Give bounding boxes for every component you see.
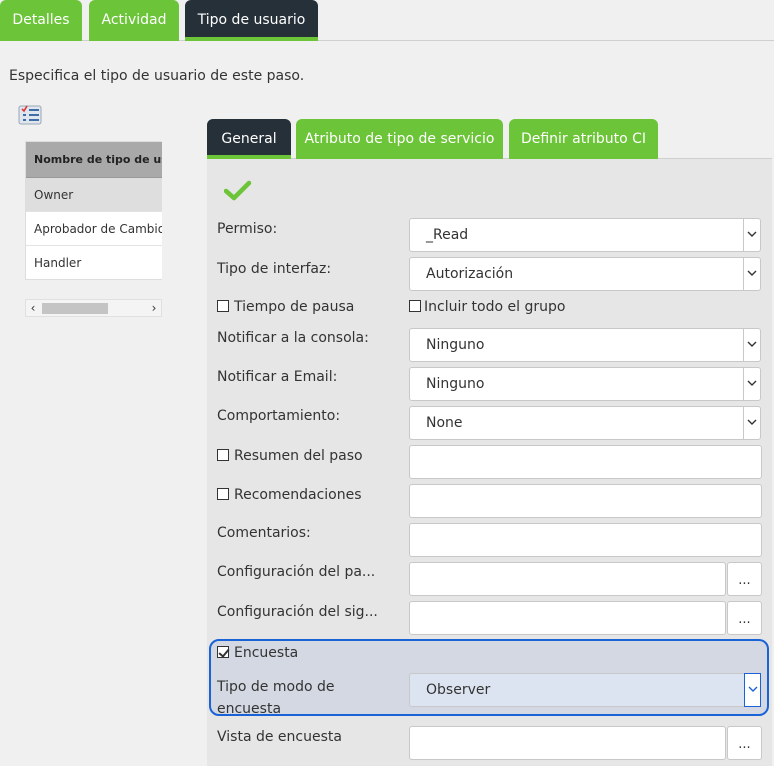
tipo-modo-encuesta-label: Tipo de modo de encuesta bbox=[217, 676, 334, 720]
tipo-modo-encuesta-label-line1: Tipo de modo de bbox=[217, 679, 335, 695]
comportamiento-label: Comportamiento: bbox=[217, 408, 341, 424]
tipo-interfaz-value: Autorización bbox=[426, 266, 514, 282]
tiempo-pausa-label: Tiempo de pausa bbox=[234, 299, 355, 315]
chevron-down-icon[interactable] bbox=[743, 258, 760, 290]
chevron-down-icon[interactable] bbox=[744, 673, 761, 707]
table-row[interactable]: Aprobador de Cambios bbox=[26, 212, 162, 246]
scroll-right-icon[interactable]: › bbox=[147, 300, 161, 316]
sub-tab-bar: General Atributo de tipo de servicio Def… bbox=[207, 119, 772, 159]
recomendaciones-label: Recomendaciones bbox=[234, 487, 362, 503]
config-pa-browse-button[interactable]: ... bbox=[727, 562, 762, 596]
tipo-interfaz-label: Tipo de interfaz: bbox=[217, 261, 332, 277]
tab-detalles[interactable]: Detalles bbox=[0, 0, 82, 41]
tipo-modo-encuesta-label-line2: encuesta bbox=[217, 701, 282, 717]
chevron-down-icon[interactable] bbox=[743, 407, 760, 439]
scroll-left-icon[interactable]: ‹ bbox=[26, 300, 40, 316]
tiempo-pausa-checkbox[interactable] bbox=[217, 300, 229, 312]
chevron-down-icon[interactable] bbox=[743, 219, 760, 251]
comentarios-input[interactable] bbox=[409, 523, 762, 557]
resumen-paso-label: Resumen del paso bbox=[234, 448, 363, 464]
notificar-email-select[interactable]: Ninguno bbox=[409, 367, 761, 401]
table-row[interactable]: Owner bbox=[26, 178, 162, 212]
top-tab-bar: Detalles Actividad Tipo de usuario bbox=[0, 0, 774, 41]
tab-definir-atributo-ci[interactable]: Definir atributo CI bbox=[509, 119, 658, 159]
comportamiento-value: None bbox=[426, 415, 463, 431]
horizontal-scrollbar[interactable]: ‹ › bbox=[25, 299, 162, 317]
tab-general[interactable]: General bbox=[207, 119, 291, 159]
tipo-modo-encuesta-value: Observer bbox=[426, 682, 491, 698]
vista-encuesta-input[interactable] bbox=[409, 726, 726, 760]
encuesta-label: Encuesta bbox=[234, 645, 299, 661]
notificar-consola-select[interactable]: Ninguno bbox=[409, 328, 761, 362]
tipo-modo-encuesta-select[interactable]: Observer bbox=[409, 673, 761, 707]
checkmark-icon[interactable] bbox=[223, 180, 252, 202]
encuesta-checkbox[interactable] bbox=[217, 646, 229, 658]
incluir-grupo-option[interactable]: Incluir todo el grupo bbox=[409, 299, 565, 315]
notificar-email-value: Ninguno bbox=[426, 376, 485, 392]
permiso-label: Permiso: bbox=[217, 221, 278, 237]
chevron-down-icon[interactable] bbox=[743, 329, 760, 361]
resumen-paso-checkbox[interactable] bbox=[217, 449, 229, 461]
recomendaciones-option[interactable]: Recomendaciones bbox=[217, 487, 362, 503]
vista-encuesta-browse-button[interactable]: ... bbox=[727, 726, 762, 760]
checklist-icon[interactable] bbox=[18, 103, 42, 125]
resumen-paso-option[interactable]: Resumen del paso bbox=[217, 448, 363, 464]
tab-atributo-tipo-servicio[interactable]: Atributo de tipo de servicio bbox=[296, 119, 503, 159]
user-type-table: Nombre de tipo de usuario Owner Aprobado… bbox=[25, 141, 162, 280]
config-sig-browse-button[interactable]: ... bbox=[727, 601, 762, 635]
recomendaciones-checkbox[interactable] bbox=[217, 488, 229, 500]
page-description: Especifica el tipo de usuario de este pa… bbox=[9, 68, 305, 84]
config-sig-input[interactable] bbox=[409, 601, 726, 635]
comportamiento-select[interactable]: None bbox=[409, 406, 761, 440]
notificar-consola-value: Ninguno bbox=[426, 337, 485, 353]
scrollbar-thumb[interactable] bbox=[42, 303, 108, 314]
encuesta-option[interactable]: Encuesta bbox=[217, 645, 298, 661]
notificar-consola-label: Notificar a la consola: bbox=[217, 330, 369, 346]
user-type-table-header[interactable]: Nombre de tipo de usuario bbox=[26, 142, 162, 178]
chevron-down-icon[interactable] bbox=[743, 368, 760, 400]
config-pa-label: Configuración del pa... bbox=[217, 564, 376, 580]
config-sig-label: Configuración del sig... bbox=[217, 604, 378, 620]
tiempo-pausa-option[interactable]: Tiempo de pausa bbox=[217, 299, 354, 315]
permiso-select[interactable]: _Read bbox=[409, 218, 761, 252]
incluir-grupo-checkbox[interactable] bbox=[409, 300, 421, 312]
tab-actividad[interactable]: Actividad bbox=[89, 0, 179, 41]
comentarios-label: Comentarios: bbox=[217, 525, 311, 541]
recomendaciones-input[interactable] bbox=[409, 484, 762, 518]
resumen-paso-input[interactable] bbox=[409, 445, 762, 479]
tab-tipo-de-usuario[interactable]: Tipo de usuario bbox=[185, 0, 318, 41]
tipo-interfaz-select[interactable]: Autorización bbox=[409, 257, 761, 291]
vista-encuesta-label: Vista de encuesta bbox=[217, 729, 342, 745]
notificar-email-label: Notificar a Email: bbox=[217, 369, 338, 385]
table-row[interactable]: Handler bbox=[26, 246, 162, 279]
permiso-value: _Read bbox=[426, 227, 469, 243]
incluir-grupo-label: Incluir todo el grupo bbox=[424, 299, 566, 315]
config-pa-input[interactable] bbox=[409, 562, 726, 596]
